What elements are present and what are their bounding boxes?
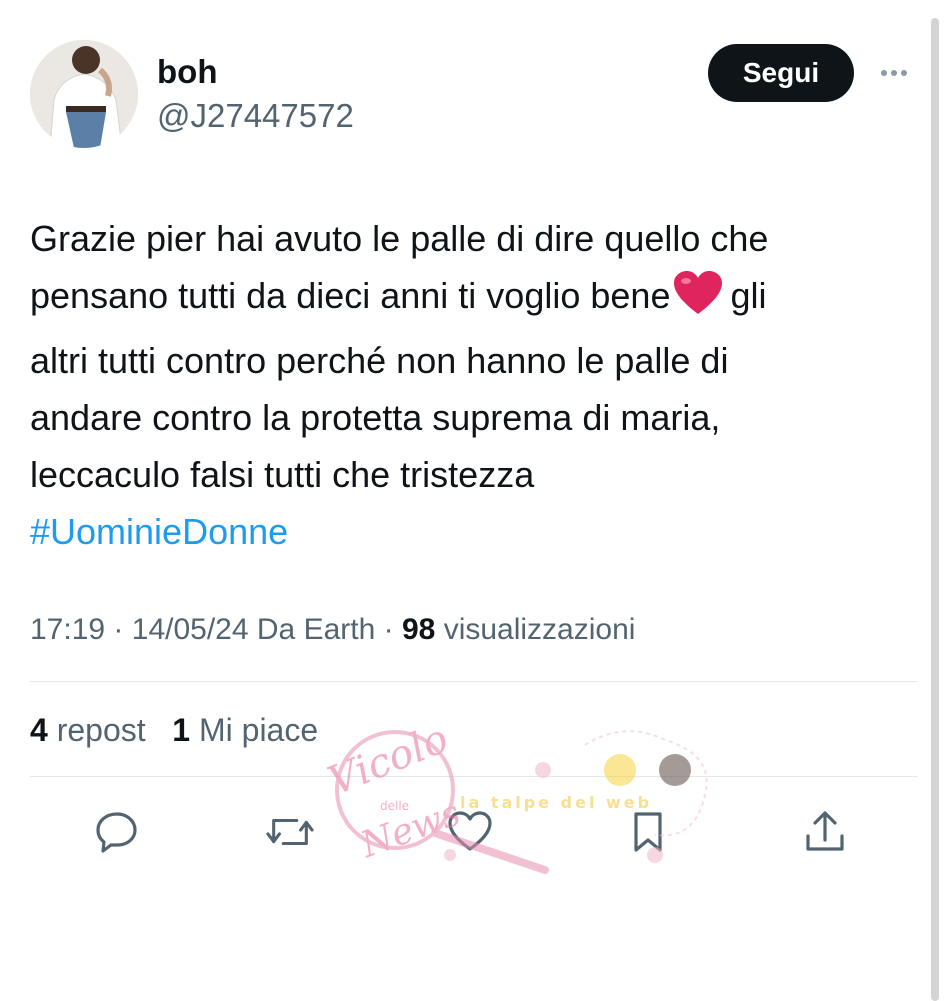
watermark-text: delle xyxy=(380,799,409,813)
tweet-line: Grazie pier hai avuto le palle di dire q… xyxy=(30,218,769,259)
tweet-date[interactable]: 14/05/24 xyxy=(132,613,249,646)
engagement-stats: 4 repost 1 Mi piace xyxy=(30,710,318,750)
red-heart-emoji xyxy=(672,270,724,332)
hashtag-link[interactable]: #UominieDonne xyxy=(30,503,910,560)
tweet-time[interactable]: 17:19 xyxy=(30,613,105,646)
watermark-text: Vicolo xyxy=(322,716,455,805)
reply-button[interactable] xyxy=(93,810,141,854)
views-count: 98 xyxy=(401,613,436,646)
like-button[interactable] xyxy=(446,810,494,854)
bookmark-button[interactable] xyxy=(624,810,672,854)
reply-icon xyxy=(96,812,137,853)
tweet-line-part: gli xyxy=(730,275,767,316)
divider xyxy=(30,776,918,777)
reposts-stat[interactable]: 4 repost xyxy=(30,712,146,748)
views-label: visualizzazioni xyxy=(443,613,636,646)
display-name[interactable]: boh xyxy=(157,52,217,92)
avatar-photo xyxy=(30,40,138,148)
meta-separator: · xyxy=(383,613,394,646)
tweet-line: leccaculo falsi tutti che tristezza xyxy=(30,454,535,495)
like-icon xyxy=(448,811,492,851)
scrollbar[interactable] xyxy=(931,18,939,1001)
repost-icon xyxy=(266,818,314,846)
likes-count: 1 xyxy=(172,712,191,748)
likes-label: Mi piace xyxy=(198,712,319,748)
likes-stat[interactable]: 1 Mi piace xyxy=(172,712,318,748)
avatar[interactable] xyxy=(30,40,138,148)
user-handle[interactable]: @J27447572 xyxy=(157,96,354,136)
tweet-text: Grazie pier hai avuto le palle di dire q… xyxy=(30,210,910,560)
watermark: Vicolo delle News la talpe del web xyxy=(285,715,725,890)
share-icon xyxy=(806,811,844,851)
share-button[interactable] xyxy=(801,810,849,854)
tweet-line: pensano tutti da dieci anni ti voglio be… xyxy=(30,267,910,332)
more-options-icon[interactable] xyxy=(874,58,914,88)
divider xyxy=(30,681,918,682)
tweet-line-part: pensano tutti da dieci anni ti voglio be… xyxy=(30,275,671,316)
tweet-source: Da Earth xyxy=(256,613,376,646)
reposts-count: 4 xyxy=(30,712,48,748)
meta-separator: · xyxy=(113,613,124,646)
tweet-meta: 17:19 · 14/05/24 Da Earth · 98 visualizz… xyxy=(30,610,635,650)
tweet-line: altri tutti contro perché non hanno le p… xyxy=(30,340,729,381)
tweet-line: andare contro la protetta suprema di mar… xyxy=(30,397,721,438)
bookmark-icon xyxy=(634,812,662,852)
repost-button[interactable] xyxy=(266,810,314,854)
watermark-logo: Vicolo delle News la talpe del web xyxy=(322,716,708,874)
follow-button[interactable]: Segui xyxy=(708,44,854,102)
reposts-label: repost xyxy=(56,712,146,748)
